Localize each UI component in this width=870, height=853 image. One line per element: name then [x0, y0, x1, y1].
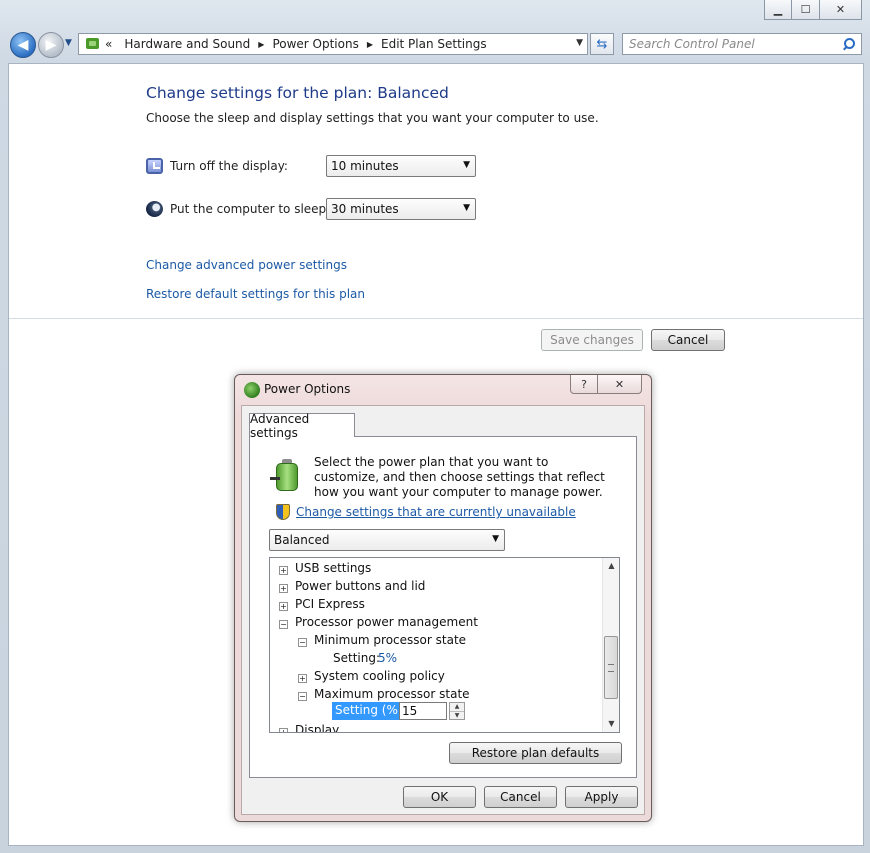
- tree-item-processor-power[interactable]: Processor power management: [295, 615, 478, 629]
- apply-button[interactable]: Apply: [565, 786, 638, 808]
- restore-defaults-link[interactable]: Restore default settings for this plan: [146, 287, 365, 301]
- scroll-thumb[interactable]: [604, 636, 618, 699]
- save-changes-button[interactable]: Save changes: [541, 329, 643, 351]
- min-setting-value[interactable]: 5%: [378, 651, 397, 665]
- search-placeholder: Search Control Panel: [629, 37, 755, 51]
- address-dropdown-icon[interactable]: ▼: [576, 38, 583, 48]
- dialog-close-button[interactable]: ✕: [598, 375, 642, 394]
- plan-select-value: Balanced: [274, 533, 330, 547]
- tree-item-pci-express[interactable]: PCI Express: [295, 597, 365, 611]
- max-setting-input[interactable]: 15: [399, 702, 447, 720]
- chevron-right-icon[interactable]: ▶: [367, 40, 373, 49]
- back-button[interactable]: ◀: [10, 32, 36, 58]
- unavailable-settings-link[interactable]: Change settings that are currently unava…: [296, 505, 576, 519]
- forward-button[interactable]: ▶: [38, 32, 64, 58]
- sleep-icon: [146, 201, 163, 217]
- tree-item-max-processor-state[interactable]: Maximum processor state: [314, 687, 470, 701]
- restore-plan-defaults-button[interactable]: Restore plan defaults: [449, 742, 622, 764]
- advanced-settings-link[interactable]: Change advanced power settings: [146, 258, 347, 272]
- tree-item-power-buttons[interactable]: Power buttons and lid: [295, 579, 425, 593]
- help-button[interactable]: ?: [570, 375, 598, 394]
- collapse-icon[interactable]: −: [298, 638, 307, 647]
- battery-icon: [270, 457, 304, 493]
- caption-buttons: ▁ ☐ ✕: [764, 0, 862, 20]
- sleep-label: Put the computer to sleep:: [170, 202, 331, 216]
- scroll-down-icon[interactable]: ▼: [603, 716, 619, 732]
- page-subtitle: Choose the sleep and display settings th…: [146, 111, 599, 125]
- tree-item-usb-settings[interactable]: USB settings: [295, 561, 371, 575]
- maximize-button[interactable]: ☐: [792, 0, 820, 20]
- divider: [9, 318, 863, 319]
- control-panel-icon: [85, 37, 101, 51]
- minimize-button[interactable]: ▁: [764, 0, 792, 20]
- tree-scrollbar[interactable]: ▲ ▼: [602, 558, 619, 732]
- chevron-down-icon: ▼: [492, 534, 499, 544]
- expand-icon[interactable]: +: [279, 602, 288, 611]
- dialog-body: Advanced settings Select the power plan …: [241, 405, 645, 815]
- display-icon: [146, 158, 163, 174]
- tree-item-system-cooling[interactable]: System cooling policy: [314, 669, 445, 683]
- sleep-timeout-select[interactable]: 30 minutes ▼: [326, 198, 476, 220]
- tree-item-min-processor-state[interactable]: Minimum processor state: [314, 633, 466, 647]
- settings-tree: + USB settings + Power buttons and lid +…: [269, 557, 620, 733]
- shield-icon: [276, 504, 290, 520]
- spin-up-icon[interactable]: ▲: [450, 703, 464, 711]
- display-label: Turn off the display:: [170, 159, 288, 173]
- max-setting-label: Setting (%):: [332, 702, 410, 720]
- sleep-timeout-value: 30 minutes: [331, 202, 399, 216]
- breadcrumb-edit-plan-settings[interactable]: Edit Plan Settings: [381, 37, 487, 51]
- chevron-down-icon: ▼: [463, 203, 470, 213]
- chevron-right-icon[interactable]: ▶: [258, 40, 264, 49]
- max-setting-spinner[interactable]: ▲ ▼: [449, 702, 465, 720]
- display-timeout-value: 10 minutes: [331, 159, 399, 173]
- page-title: Change settings for the plan: Balanced: [146, 84, 449, 102]
- cancel-button[interactable]: Cancel: [651, 329, 725, 351]
- chevron-down-icon: ▼: [463, 160, 470, 170]
- min-setting-label: Setting:: [333, 651, 381, 665]
- advanced-settings-panel: Select the power plan that you want to c…: [249, 436, 637, 778]
- dialog-cancel-button[interactable]: Cancel: [484, 786, 557, 808]
- collapse-icon[interactable]: −: [279, 620, 288, 629]
- scroll-up-icon[interactable]: ▲: [603, 558, 619, 574]
- ok-button[interactable]: OK: [403, 786, 476, 808]
- intro-text: Select the power plan that you want to c…: [314, 455, 605, 499]
- tab-advanced-settings[interactable]: Advanced settings: [249, 412, 355, 440]
- tree-item-display[interactable]: Display: [295, 723, 339, 732]
- address-bar[interactable]: « Hardware and Sound ▶ Power Options ▶ E…: [78, 33, 588, 55]
- breadcrumb-hardware-and-sound[interactable]: Hardware and Sound: [124, 37, 250, 51]
- power-options-icon: [244, 382, 260, 398]
- expand-icon[interactable]: +: [279, 584, 288, 593]
- window-frame: ▁ ☐ ✕ ◀ ▶ ▼ « Hardware and Sound ▶ Power…: [0, 0, 870, 853]
- dialog-title: Power Options: [264, 382, 351, 396]
- collapse-icon[interactable]: −: [298, 692, 307, 701]
- expand-icon[interactable]: +: [298, 674, 307, 683]
- search-icon[interactable]: [842, 37, 856, 51]
- recent-pages-dropdown[interactable]: ▼: [65, 38, 72, 48]
- breadcrumb-overflow[interactable]: «: [105, 37, 112, 51]
- expand-icon[interactable]: +: [279, 566, 288, 575]
- search-input[interactable]: Search Control Panel: [622, 33, 862, 55]
- close-button[interactable]: ✕: [820, 0, 862, 20]
- refresh-button[interactable]: ⇆: [590, 33, 614, 55]
- breadcrumb-power-options[interactable]: Power Options: [272, 37, 358, 51]
- plan-select[interactable]: Balanced ▼: [269, 529, 505, 551]
- spin-down-icon[interactable]: ▼: [450, 711, 464, 719]
- power-options-dialog: Power Options ? ✕ Advanced settings Sele…: [234, 374, 652, 822]
- display-timeout-select[interactable]: 10 minutes ▼: [326, 155, 476, 177]
- expand-icon[interactable]: +: [279, 728, 288, 732]
